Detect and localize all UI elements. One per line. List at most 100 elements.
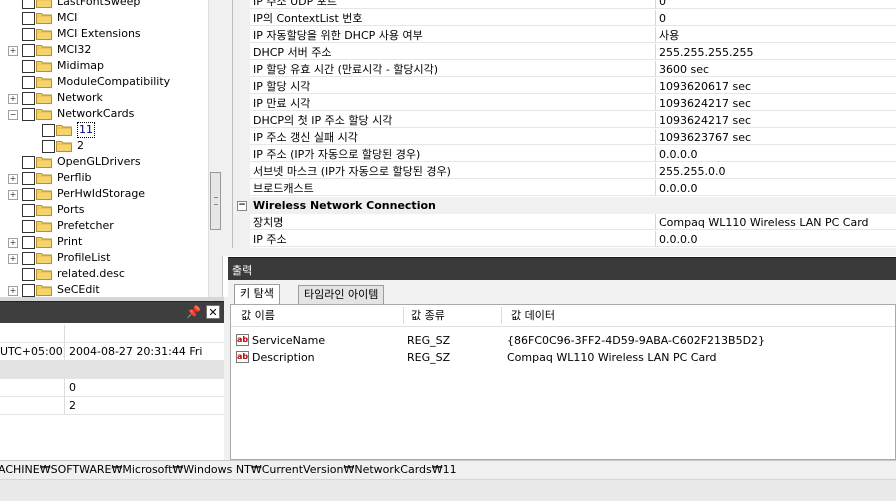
folder-icon — [36, 107, 52, 120]
folder-icon — [36, 43, 52, 56]
property-value: 0.0.0.0 — [656, 180, 896, 196]
tree-checkbox[interactable] — [22, 28, 35, 41]
value-row[interactable]: ab Description REG_SZ Compaq WL110 Wireless… — [231, 349, 895, 366]
tree-checkbox[interactable] — [22, 12, 35, 25]
property-gutter — [233, 163, 250, 180]
tree-checkbox[interactable] — [22, 0, 35, 9]
collapse-icon[interactable]: − — [237, 201, 247, 211]
property-gutter — [233, 78, 250, 95]
expander-icon[interactable]: + — [8, 94, 18, 104]
property-category[interactable]: − Wireless Network Connection — [233, 197, 896, 214]
property-name: IP 만료 시각 — [250, 95, 656, 111]
tree-scrollbar[interactable] — [208, 0, 222, 297]
property-name: 브로드캐스트 — [250, 180, 656, 196]
property-gutter — [233, 180, 250, 197]
info-key: UTC+05:00) — [0, 345, 64, 358]
value-list: 값 이름 값 종류 값 데이터 ab ServiceName REG_SZ {86FC… — [230, 304, 896, 460]
expander-icon[interactable]: + — [8, 238, 18, 248]
value-row[interactable]: ab ServiceName REG_SZ {86FC0C96-3FF2-4D59-9… — [231, 332, 895, 349]
output-panel-header: 출력 — [228, 257, 896, 281]
info-row[interactable]: 0 — [0, 379, 224, 397]
value-type: REG_SZ — [407, 334, 451, 347]
tree-checkbox[interactable] — [22, 204, 35, 217]
tree-checkbox[interactable] — [22, 92, 35, 105]
folder-icon — [56, 123, 72, 136]
expander-icon[interactable]: + — [8, 190, 18, 200]
property-row[interactable]: IP 주소 0.0.0.0 — [233, 231, 896, 248]
value-type: REG_SZ — [407, 351, 451, 364]
property-row[interactable]: 브로드캐스트 0.0.0.0 — [233, 180, 896, 197]
property-row[interactable]: IP 주소 갱신 실패 시각 1093623767 sec — [233, 129, 896, 146]
scrollbar-thumb[interactable] — [210, 172, 221, 230]
tree-item-label: Network — [57, 91, 103, 104]
column-header-data[interactable]: 값 데이터 — [511, 308, 555, 324]
tree-checkbox[interactable] — [22, 220, 35, 233]
tree-checkbox[interactable] — [42, 124, 55, 137]
property-value: 0 — [656, 0, 896, 9]
property-row[interactable]: IP 만료 시각 1093624217 sec — [233, 95, 896, 112]
info-row[interactable]: 2 — [0, 397, 224, 415]
property-gutter — [233, 112, 250, 129]
column-header-name[interactable]: 값 이름 — [241, 308, 275, 324]
tree-checkbox[interactable] — [22, 252, 35, 265]
property-name: IP 자동할당을 위한 DHCP 사용 여부 — [250, 27, 656, 43]
column-separator — [64, 325, 65, 342]
property-row[interactable]: IP 주소 (IP가 자동으로 할당된 경우) 0.0.0.0 — [233, 146, 896, 163]
pin-icon[interactable]: 📌 — [186, 305, 201, 319]
folder-icon — [36, 219, 52, 232]
tree-checkbox[interactable] — [22, 76, 35, 89]
property-grid-footer — [232, 248, 896, 256]
tree-checkbox[interactable] — [22, 284, 35, 297]
info-value: 2004-08-27 20:31:44 Fri — [69, 345, 203, 358]
property-gutter — [233, 27, 250, 44]
tree-item-label: NetworkCards — [57, 107, 135, 120]
property-value: 3600 sec — [656, 61, 896, 77]
tree-checkbox[interactable] — [22, 236, 35, 249]
property-value: 1093620617 sec — [656, 78, 896, 94]
property-row[interactable]: 서브넷 마스크 (IP가 자동으로 할당된 경우) 255.255.0.0 — [233, 163, 896, 180]
info-row[interactable]: UTC+05:00) 2004-08-27 20:31:44 Fri — [0, 343, 224, 361]
property-value: 255.255.255.255 — [656, 44, 896, 60]
tree-item-label: 11 — [77, 122, 95, 138]
column-separator[interactable] — [403, 307, 404, 324]
value-name: Description — [252, 351, 315, 364]
tree-item-label: Ports — [57, 203, 85, 216]
value-data: {86FC0C96-3FF2-4D59-9ABA-C602F213B5D2} — [507, 334, 766, 347]
registry-tree[interactable]: LastFontSweep MCI MCI Extensions + MCI32 Midi… — [0, 0, 223, 297]
property-name: IP의 ContextList 번호 — [250, 10, 656, 26]
column-header-type[interactable]: 값 종류 — [411, 308, 445, 324]
property-row[interactable]: 장치명 Compaq WL110 Wireless LAN PC Card — [233, 214, 896, 231]
info-row[interactable] — [0, 325, 224, 343]
property-row[interactable]: IP 할당 시각 1093620617 sec — [233, 78, 896, 95]
tab-key-explore[interactable]: 키 탐색 — [234, 284, 280, 305]
expander-icon[interactable]: + — [8, 46, 18, 56]
column-separator[interactable] — [501, 307, 502, 324]
property-row[interactable]: IP 주소 UDP 포트 0 — [233, 0, 896, 10]
tree-checkbox[interactable] — [22, 44, 35, 57]
expander-icon[interactable]: + — [8, 286, 18, 296]
property-row[interactable]: DHCP 서버 주소 255.255.255.255 — [233, 44, 896, 61]
tree-checkbox[interactable] — [22, 268, 35, 281]
close-icon[interactable]: ✕ — [206, 305, 220, 319]
info-row[interactable] — [0, 361, 224, 379]
property-value: 0 — [656, 10, 896, 26]
expander-icon[interactable]: − — [8, 110, 18, 120]
expander-icon[interactable]: + — [8, 174, 18, 184]
tree-checkbox[interactable] — [22, 172, 35, 185]
info-list: UTC+05:00) 2004-08-27 20:31:44 Fri 0 2 — [0, 323, 225, 459]
tree-checkbox[interactable] — [22, 60, 35, 73]
vertical-splitter[interactable] — [222, 0, 232, 256]
folder-icon — [36, 171, 52, 184]
property-row[interactable]: DHCP의 첫 IP 주소 할당 시각 1093624217 sec — [233, 112, 896, 129]
tree-checkbox[interactable] — [22, 188, 35, 201]
tree-checkbox[interactable] — [42, 140, 55, 153]
tab-timeline-items[interactable]: 타임라인 아이템 — [298, 285, 385, 304]
property-row[interactable]: IP 자동할당을 위한 DHCP 사용 여부 사용 — [233, 27, 896, 44]
expander-icon[interactable]: + — [8, 254, 18, 264]
property-row[interactable]: IP 할당 유효 시간 (만료시각 - 할당시각) 3600 sec — [233, 61, 896, 78]
tree-checkbox[interactable] — [22, 156, 35, 169]
tree-checkbox[interactable] — [22, 108, 35, 121]
folder-icon — [36, 203, 52, 216]
property-row[interactable]: IP의 ContextList 번호 0 — [233, 10, 896, 27]
output-tabs: 키 탐색 타임라인 아이템 — [228, 280, 896, 305]
